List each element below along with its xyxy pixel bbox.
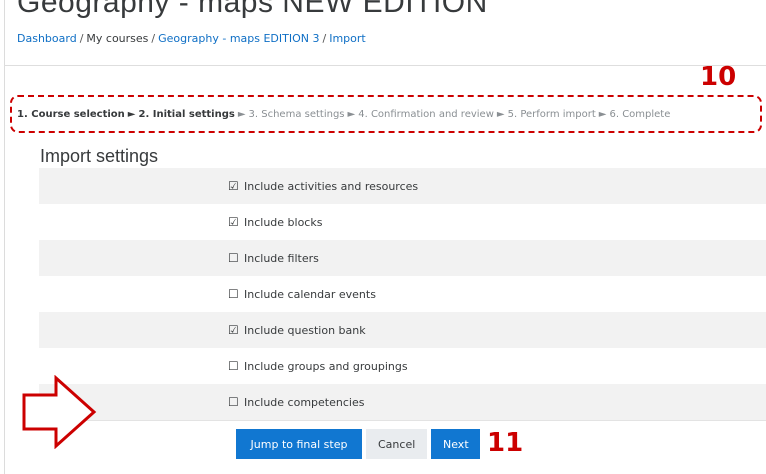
page-title: Geography - maps NEW EDITION <box>17 0 488 19</box>
setting-label: Include groups and groupings <box>244 359 408 373</box>
step-arrow-icon: ► <box>496 109 505 120</box>
checkbox-unchecked-icon[interactable]: ☐ <box>228 395 239 409</box>
setting-label: Include calendar events <box>244 287 376 301</box>
setting-row-blocks: ☑ Include blocks <box>39 204 766 240</box>
cancel-button[interactable]: Cancel <box>366 429 427 459</box>
breadcrumb-course[interactable]: Geography - maps EDITION 3 <box>158 32 319 45</box>
setting-label: Include competencies <box>244 395 365 409</box>
breadcrumb-dashboard[interactable]: Dashboard <box>17 32 77 45</box>
breadcrumb: Dashboard / My courses / Geography - maps ED… <box>17 32 366 45</box>
setting-label: Include question bank <box>244 323 366 337</box>
checkbox-unchecked-icon[interactable]: ☐ <box>228 359 239 373</box>
settings-list: ☑ Include activities and resources ☑ Inc… <box>39 168 766 420</box>
form-divider <box>39 420 766 421</box>
step-perform-import: 5. Perform import <box>507 109 596 120</box>
annotation-label-11: 11 <box>487 428 524 458</box>
checkbox-unchecked-icon[interactable]: ☐ <box>228 287 239 301</box>
step-schema-settings: 3. Schema settings <box>248 109 345 120</box>
step-confirmation-review: 4. Confirmation and review <box>358 109 494 120</box>
breadcrumb-import[interactable]: Import <box>329 32 366 45</box>
import-stepper: 1. Course selection ► 2. Initial settings ►… <box>17 109 670 120</box>
step-initial-settings: 2. Initial settings <box>138 109 235 120</box>
checkbox-checked-icon[interactable]: ☑ <box>228 215 239 229</box>
setting-label: Include blocks <box>244 215 323 229</box>
checkbox-checked-icon[interactable]: ☑ <box>228 179 239 193</box>
arrow-right-outline-icon <box>22 375 97 449</box>
setting-row-filters: ☐ Include filters <box>39 240 766 276</box>
setting-row-activities: ☑ Include activities and resources <box>39 168 766 204</box>
breadcrumb-separator: / <box>151 32 156 45</box>
header-divider <box>4 65 766 66</box>
setting-label: Include filters <box>244 251 319 265</box>
setting-row-groups: ☐ Include groups and groupings <box>39 348 766 384</box>
setting-row-calendar: ☐ Include calendar events <box>39 276 766 312</box>
jump-to-final-step-button[interactable]: Jump to final step <box>236 429 362 459</box>
next-button[interactable]: Next <box>431 429 480 459</box>
step-arrow-icon: ► <box>598 109 607 120</box>
checkbox-checked-icon[interactable]: ☑ <box>228 323 239 337</box>
checkbox-unchecked-icon[interactable]: ☐ <box>228 251 239 265</box>
page-left-border <box>4 0 5 474</box>
setting-row-question-bank: ☑ Include question bank <box>39 312 766 348</box>
step-arrow-icon: ► <box>237 109 246 120</box>
import-settings-title: Import settings <box>40 146 159 166</box>
annotation-label-10: 10 <box>700 62 737 92</box>
breadcrumb-separator: / <box>79 32 84 45</box>
breadcrumb-separator: / <box>322 32 327 45</box>
step-arrow-icon: ► <box>347 109 356 120</box>
breadcrumb-my-courses: My courses <box>86 32 149 45</box>
setting-row-competencies: ☐ Include competencies <box>39 384 766 420</box>
step-complete: 6. Complete <box>609 109 671 120</box>
step-course-selection: 1. Course selection <box>17 109 125 120</box>
step-arrow-icon: ► <box>127 109 136 120</box>
setting-label: Include activities and resources <box>244 179 419 193</box>
